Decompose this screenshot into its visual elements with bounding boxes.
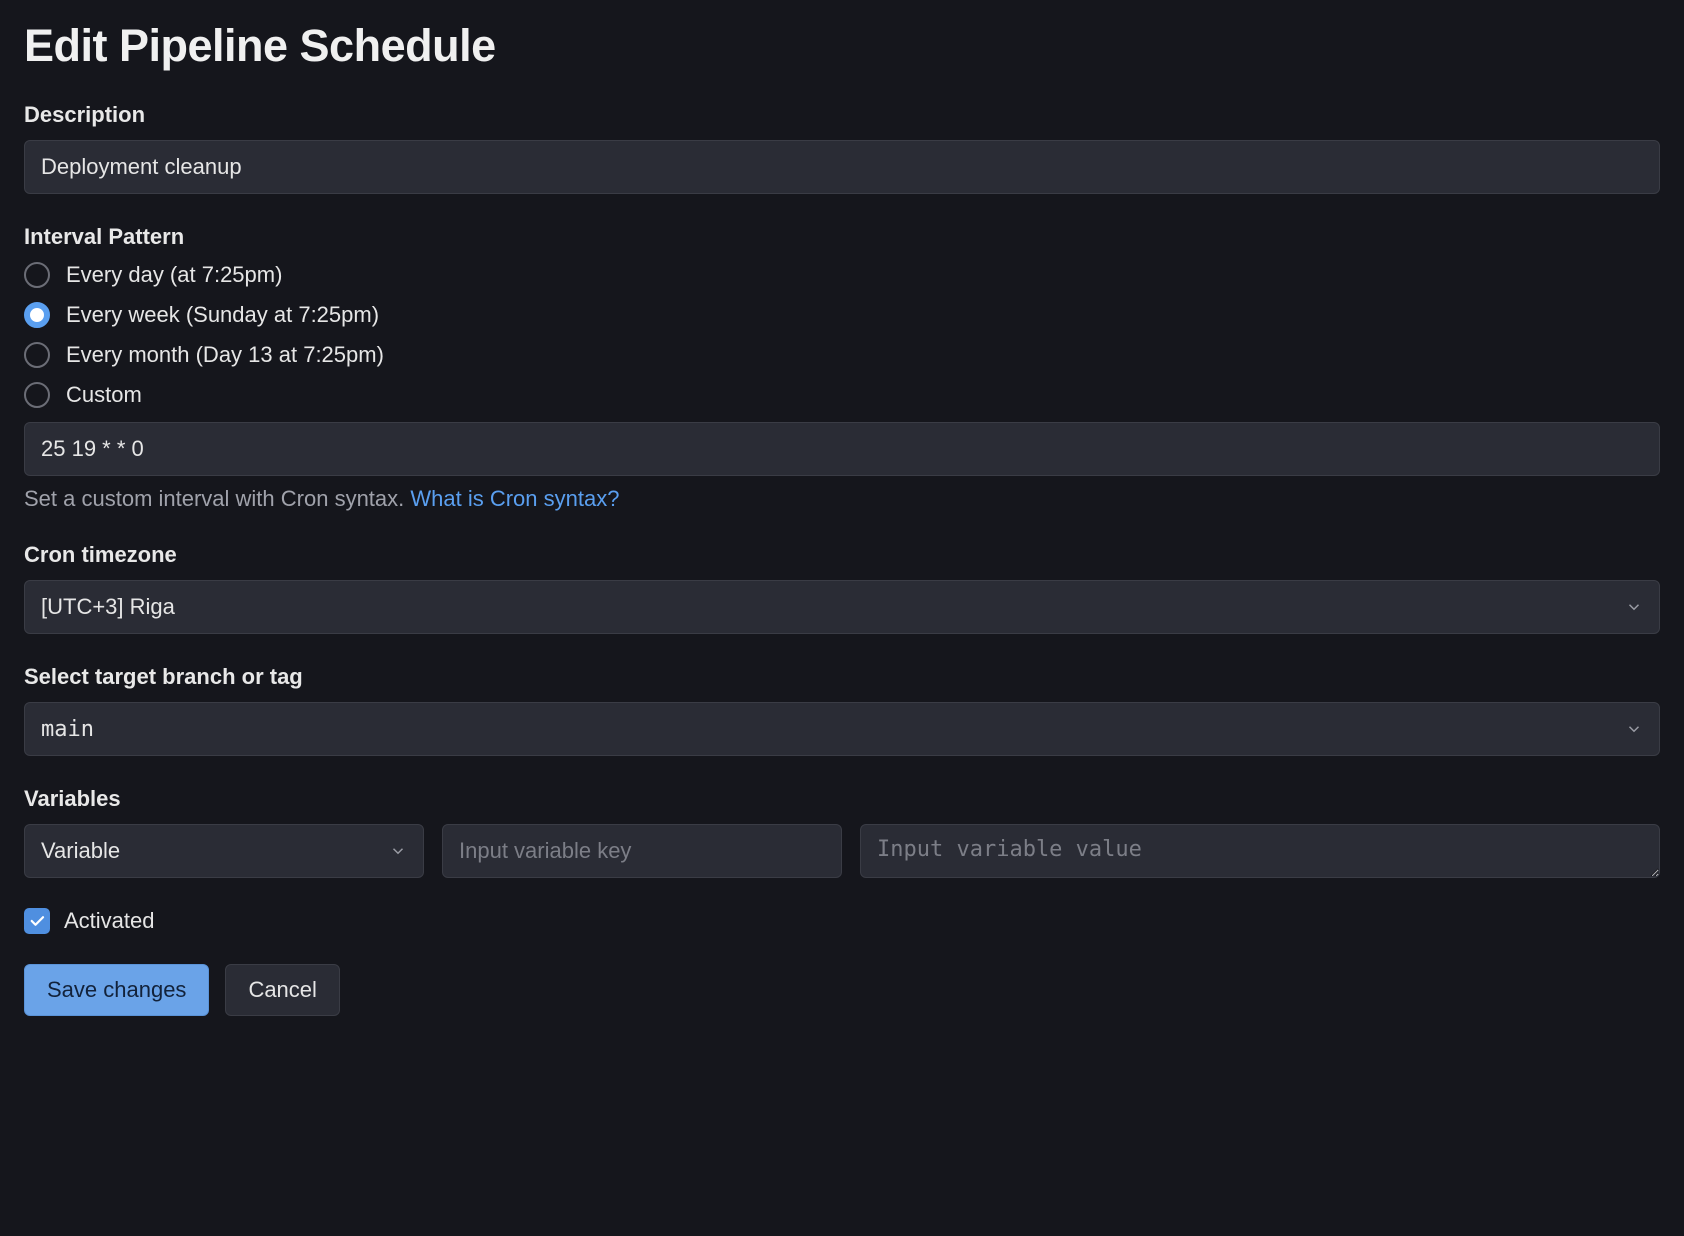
interval-option-custom[interactable]: Custom xyxy=(24,382,1660,408)
save-button[interactable]: Save changes xyxy=(24,964,209,1016)
chevron-down-icon xyxy=(1625,720,1643,738)
target-section: Select target branch or tag main xyxy=(24,664,1660,756)
chevron-down-icon xyxy=(389,842,407,860)
variable-row: Variable xyxy=(24,824,1660,878)
radio-icon xyxy=(24,262,50,288)
target-label: Select target branch or tag xyxy=(24,664,1660,690)
page-root: Edit Pipeline Schedule Description Inter… xyxy=(0,0,1684,1040)
timezone-select[interactable]: [UTC+3] Riga xyxy=(24,580,1660,634)
interval-radio-group: Every day (at 7:25pm) Every week (Sunday… xyxy=(24,262,1660,408)
interval-option-daily[interactable]: Every day (at 7:25pm) xyxy=(24,262,1660,288)
radio-icon xyxy=(24,302,50,328)
interval-option-label: Custom xyxy=(66,382,142,408)
interval-option-label: Every week (Sunday at 7:25pm) xyxy=(66,302,379,328)
interval-option-label: Every day (at 7:25pm) xyxy=(66,262,282,288)
variable-type-value: Variable xyxy=(41,838,120,864)
variable-key-input[interactable] xyxy=(442,824,842,878)
timezone-label: Cron timezone xyxy=(24,542,1660,568)
target-select[interactable]: main xyxy=(24,702,1660,756)
interval-option-label: Every month (Day 13 at 7:25pm) xyxy=(66,342,384,368)
cancel-button[interactable]: Cancel xyxy=(225,964,339,1016)
interval-option-weekly[interactable]: Every week (Sunday at 7:25pm) xyxy=(24,302,1660,328)
interval-option-monthly[interactable]: Every month (Day 13 at 7:25pm) xyxy=(24,342,1660,368)
variables-section: Variables Variable xyxy=(24,786,1660,878)
page-title: Edit Pipeline Schedule xyxy=(24,20,1660,72)
radio-icon xyxy=(24,382,50,408)
activated-label: Activated xyxy=(64,908,155,934)
cron-syntax-link[interactable]: What is Cron syntax? xyxy=(410,486,619,511)
chevron-down-icon xyxy=(1625,598,1643,616)
description-section: Description xyxy=(24,102,1660,194)
interval-label: Interval Pattern xyxy=(24,224,1660,250)
target-value: main xyxy=(41,717,94,742)
description-input[interactable] xyxy=(24,140,1660,194)
variable-type-select[interactable]: Variable xyxy=(24,824,424,878)
activated-checkbox[interactable] xyxy=(24,908,50,934)
variables-label: Variables xyxy=(24,786,1660,812)
button-row: Save changes Cancel xyxy=(24,964,1660,1016)
cron-helper-text: Set a custom interval with Cron syntax. … xyxy=(24,486,1660,512)
description-label: Description xyxy=(24,102,1660,128)
timezone-value: [UTC+3] Riga xyxy=(41,594,175,620)
timezone-section: Cron timezone [UTC+3] Riga xyxy=(24,542,1660,634)
variable-value-input[interactable] xyxy=(860,824,1660,878)
activated-row: Activated xyxy=(24,908,1660,934)
radio-icon xyxy=(24,342,50,368)
interval-section: Interval Pattern Every day (at 7:25pm) E… xyxy=(24,224,1660,512)
cron-helper-prefix: Set a custom interval with Cron syntax. xyxy=(24,486,410,511)
cron-expression-input[interactable] xyxy=(24,422,1660,476)
